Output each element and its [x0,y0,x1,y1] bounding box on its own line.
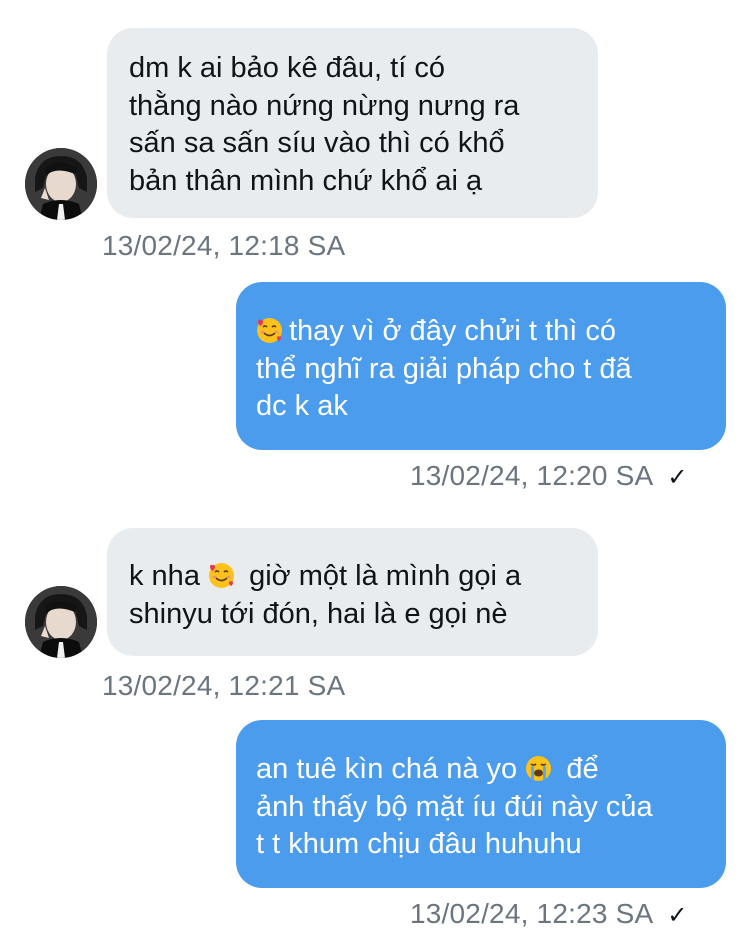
message-line: sấn sa sấn síu vào thì có khổ [129,127,505,159]
timestamp-text: 13/02/24, 12:23 SA [410,898,654,929]
message-line-text: giờ một là mình gọi a [249,560,522,592]
incoming-message-bubble[interactable]: k nha giờ một là mình gọi a shinyu tới đ… [107,528,598,656]
message-line-text: thay vì ở đây chửi t thì có [289,315,616,347]
sender-avatar[interactable] [25,148,97,220]
message-line: dm k ai bảo kê đâu, tí có [129,52,445,84]
message-line: an tuê kìn chá nà yo để [256,751,706,789]
avatar-image [25,148,97,220]
message-timestamp: 13/02/24, 12:20 SA ✓ [410,460,688,492]
message-line: thằng nào nứng nừng nưng ra [129,89,520,122]
message-line-text: an tuê kìn chá nà yo [256,753,518,785]
message-timestamp: 13/02/24, 12:18 SA [102,230,346,261]
message-timestamp: 13/02/24, 12:23 SA ✓ [410,898,688,930]
timestamp-text: 13/02/24, 12:20 SA [410,460,654,491]
outgoing-message-bubble[interactable]: thay vì ở đây chửi t thì có thể nghĩ ra … [236,282,726,450]
check-icon: ✓ [667,464,688,491]
message-line-text: để [566,753,599,785]
message-line: thể nghĩ ra giải pháp cho t đã [256,352,632,385]
message-timestamp: 13/02/24, 12:21 SA [102,670,346,701]
loudly-crying-face-icon [525,755,552,782]
outgoing-message-bubble[interactable]: an tuê kìn chá nà yo để ảnh thấy bộ mặt … [236,720,726,888]
message-line: dc k ak [256,390,348,422]
message-line: ảnh thấy bộ mặt íu đúi này của [256,790,653,823]
message-line: bản thân mình chứ khổ ai ạ [129,164,483,197]
message-line: shinyu tới đón, hai là e gọi nè [129,597,508,630]
incoming-message-bubble[interactable]: dm k ai bảo kê đâu, tí có thằng nào nứng… [107,28,598,218]
sender-avatar[interactable] [25,586,97,658]
message-line: t t khum chịu đâu huhuhu [256,828,582,860]
check-icon: ✓ [667,902,688,929]
avatar-image [25,586,97,658]
smiling-face-with-hearts-icon [208,562,235,589]
smiling-face-with-hearts-icon [256,317,283,344]
message-line: k nha giờ một là mình gọi a [129,558,576,596]
message-line-text: k nha [129,560,200,592]
message-line: thay vì ở đây chửi t thì có [256,313,706,351]
